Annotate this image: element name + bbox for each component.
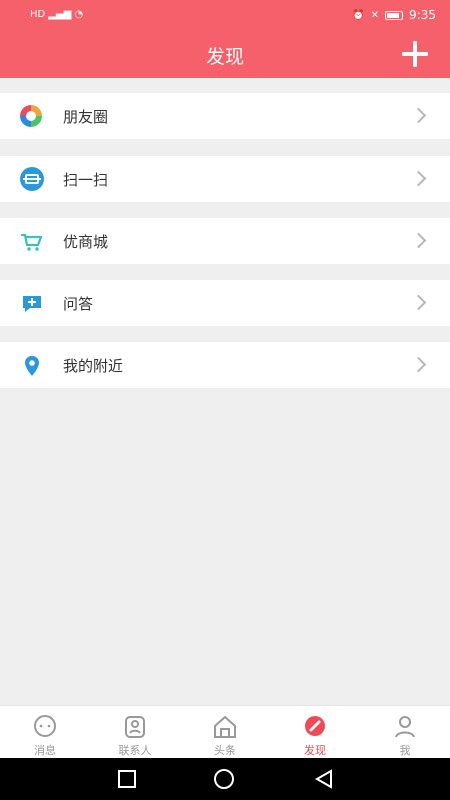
- chevron-right-icon: [410, 170, 427, 187]
- menu-item-label: 问答: [63, 295, 94, 313]
- tab-headlines[interactable]: 头条: [180, 706, 270, 759]
- header: 发现: [0, 30, 450, 78]
- scan-icon: [20, 167, 44, 191]
- menu-item-scan[interactable]: 扫一扫: [0, 156, 450, 202]
- profile-icon: [395, 716, 415, 738]
- menu-item-label: 扫一扫: [63, 171, 109, 189]
- location-pin-icon: [20, 354, 44, 376]
- bottom-tabbar: 消息 联系人 头条 发现 我: [0, 705, 450, 758]
- moments-camera-icon: [20, 105, 42, 127]
- mute-icon: ✕: [370, 9, 380, 21]
- shopping-cart-icon: [20, 230, 44, 252]
- menu-item-nearby[interactable]: 我的附近: [0, 342, 450, 388]
- chevron-right-icon: [410, 232, 427, 249]
- tab-label: 我: [399, 744, 411, 757]
- battery-icon: [385, 10, 404, 20]
- clock: 9:35: [409, 8, 436, 22]
- menu-item-label: 我的附近: [63, 357, 124, 375]
- status-left: HD ▂▄▆ ◔: [30, 9, 83, 20]
- headline-icon: [214, 715, 236, 738]
- tab-label: 消息: [34, 744, 56, 757]
- tab-label: 发现: [304, 744, 326, 757]
- chevron-right-icon: [410, 294, 427, 311]
- nav-recents-button[interactable]: [118, 770, 136, 788]
- tab-discover[interactable]: 发现: [270, 706, 360, 759]
- status-right: ⏰ ✕ 9:35: [352, 8, 436, 22]
- menu-item-label: 朋友圈: [63, 108, 109, 126]
- add-button[interactable]: [402, 41, 428, 67]
- discover-icon: [305, 716, 325, 736]
- alarm-icon: ⏰: [352, 9, 365, 21]
- hd-indicator: HD: [30, 9, 46, 20]
- menu-item-mall[interactable]: 优商城: [0, 218, 450, 264]
- tab-label: 头条: [214, 744, 236, 757]
- menu-item-moments[interactable]: 朋友圈: [0, 93, 450, 139]
- tab-profile[interactable]: 我: [360, 706, 450, 759]
- message-icon: [34, 715, 56, 737]
- tab-label: 联系人: [118, 744, 152, 757]
- nav-home-button[interactable]: [214, 769, 234, 789]
- menu-item-qa[interactable]: 问答: [0, 280, 450, 326]
- contacts-icon: [125, 716, 145, 738]
- question-answer-icon: [20, 292, 44, 314]
- wifi-icon: ◔: [74, 9, 84, 20]
- system-nav-bar: [0, 758, 450, 800]
- page-title: 发现: [205, 46, 244, 68]
- menu-item-label: 优商城: [63, 233, 109, 251]
- tab-messages[interactable]: 消息: [0, 706, 90, 759]
- nav-back-button[interactable]: [314, 769, 334, 789]
- status-bar: HD ▂▄▆ ◔ ⏰ ✕ 9:35: [0, 0, 450, 30]
- signal-icon: ▂▄▆: [48, 9, 72, 20]
- chevron-right-icon: [410, 356, 427, 373]
- chevron-right-icon: [410, 107, 427, 124]
- tab-contacts[interactable]: 联系人: [90, 706, 180, 759]
